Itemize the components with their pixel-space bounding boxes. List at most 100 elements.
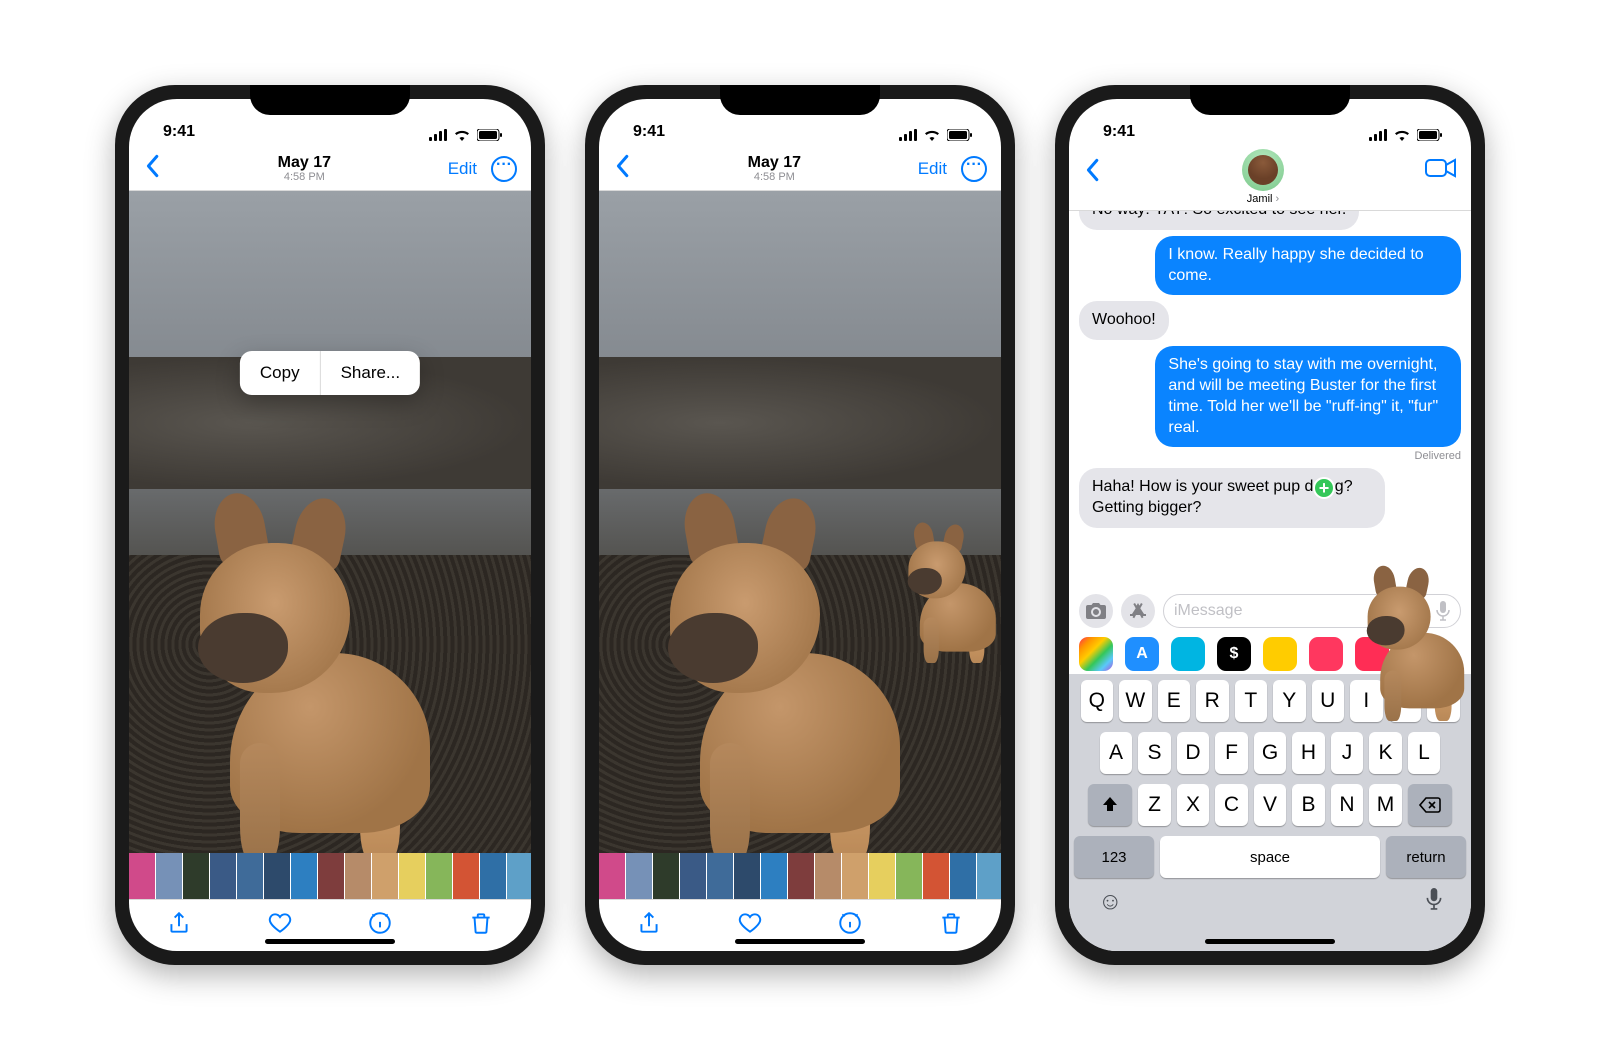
- message-bubble-out[interactable]: I know. Really happy she decided to come…: [1155, 236, 1461, 296]
- info-button[interactable]: [837, 910, 863, 941]
- share-button[interactable]: [636, 910, 662, 941]
- thumbnail[interactable]: [842, 853, 868, 899]
- photo-viewport[interactable]: Copy Share...: [129, 191, 531, 853]
- delete-button[interactable]: [938, 910, 964, 941]
- key-y[interactable]: Y: [1273, 680, 1306, 722]
- camera-button[interactable]: [1079, 594, 1113, 628]
- thumbnail[interactable]: [788, 853, 814, 899]
- back-button[interactable]: [613, 153, 631, 185]
- more-button[interactable]: ···: [961, 156, 987, 182]
- favorite-button[interactable]: [737, 910, 763, 941]
- thumbnail[interactable]: [210, 853, 236, 899]
- thumbnail[interactable]: [399, 853, 425, 899]
- thumbnail[interactable]: [653, 853, 679, 899]
- key-l[interactable]: L: [1408, 732, 1441, 774]
- share-button[interactable]: [166, 910, 192, 941]
- thumbnail[interactable]: [291, 853, 317, 899]
- key-return[interactable]: return: [1386, 836, 1466, 878]
- emoji-button[interactable]: ☺: [1098, 888, 1123, 917]
- thumbnail[interactable]: [950, 853, 976, 899]
- thumbnail-strip[interactable]: [599, 853, 1001, 899]
- photo-viewport[interactable]: [599, 191, 1001, 853]
- thumbnail[interactable]: [372, 853, 398, 899]
- back-button[interactable]: [1083, 149, 1101, 189]
- key-w[interactable]: W: [1119, 680, 1152, 722]
- thumbnail[interactable]: [815, 853, 841, 899]
- audio-app-icon[interactable]: [1171, 637, 1205, 671]
- info-button[interactable]: [367, 910, 393, 941]
- app-store-icon[interactable]: A: [1125, 637, 1159, 671]
- thumbnail[interactable]: [626, 853, 652, 899]
- key-numbers[interactable]: 123: [1074, 836, 1154, 878]
- key-n[interactable]: N: [1331, 784, 1364, 826]
- back-button[interactable]: [143, 153, 161, 185]
- thumbnail[interactable]: [345, 853, 371, 899]
- thumbnail[interactable]: [426, 853, 452, 899]
- key-x[interactable]: X: [1177, 784, 1210, 826]
- dog-subject-dragging[interactable]: [905, 526, 1001, 663]
- key-space[interactable]: space: [1160, 836, 1380, 878]
- key-shift[interactable]: [1088, 784, 1132, 826]
- message-bubble-out[interactable]: She's going to stay with me overnight, a…: [1155, 346, 1461, 447]
- key-k[interactable]: K: [1369, 732, 1402, 774]
- dictate-button[interactable]: [1426, 888, 1442, 917]
- thumbnail[interactable]: [680, 853, 706, 899]
- thumbnail[interactable]: [507, 853, 531, 899]
- key-m[interactable]: M: [1369, 784, 1402, 826]
- context-copy[interactable]: Copy: [240, 351, 320, 395]
- key-a[interactable]: A: [1100, 732, 1133, 774]
- thumbnail[interactable]: [707, 853, 733, 899]
- delete-button[interactable]: [468, 910, 494, 941]
- key-q[interactable]: Q: [1081, 680, 1114, 722]
- stickers-app-icon[interactable]: [1309, 637, 1343, 671]
- thumbnail[interactable]: [156, 853, 182, 899]
- apps-button[interactable]: [1121, 594, 1155, 628]
- message-bubble-in[interactable]: Haha! How is your sweet pup doing? Getti…: [1079, 468, 1385, 528]
- key-j[interactable]: J: [1331, 732, 1364, 774]
- more-button[interactable]: ···: [491, 156, 517, 182]
- key-f[interactable]: F: [1215, 732, 1248, 774]
- memoji-app-icon[interactable]: [1263, 637, 1297, 671]
- key-s[interactable]: S: [1138, 732, 1171, 774]
- key-e[interactable]: E: [1158, 680, 1191, 722]
- edit-button[interactable]: Edit: [918, 159, 947, 179]
- thumbnail[interactable]: [480, 853, 506, 899]
- dog-subject[interactable]: [660, 503, 940, 853]
- photos-app-icon[interactable]: [1079, 637, 1113, 671]
- dog-subject[interactable]: [190, 503, 470, 853]
- thumbnail[interactable]: [761, 853, 787, 899]
- message-bubble-in[interactable]: Woohoo!: [1079, 301, 1169, 340]
- key-d[interactable]: D: [1177, 732, 1210, 774]
- thumbnail[interactable]: [453, 853, 479, 899]
- edit-button[interactable]: Edit: [448, 159, 477, 179]
- thumbnail[interactable]: [129, 853, 155, 899]
- contact-header[interactable]: Jamil ›: [1242, 149, 1284, 205]
- thumbnail[interactable]: [734, 853, 760, 899]
- facetime-button[interactable]: [1425, 149, 1457, 184]
- thumbnail[interactable]: [977, 853, 1001, 899]
- key-r[interactable]: R: [1196, 680, 1229, 722]
- key-t[interactable]: T: [1235, 680, 1268, 722]
- dog-subject-dropping[interactable]: [1363, 570, 1471, 721]
- key-c[interactable]: C: [1215, 784, 1248, 826]
- home-indicator[interactable]: [265, 939, 395, 944]
- thumbnail[interactable]: [869, 853, 895, 899]
- message-bubble-in[interactable]: No way! YAY! So excited to see her.: [1079, 211, 1359, 230]
- favorite-button[interactable]: [267, 910, 293, 941]
- key-h[interactable]: H: [1292, 732, 1325, 774]
- context-share[interactable]: Share...: [321, 351, 421, 395]
- home-indicator[interactable]: [1205, 939, 1335, 944]
- thumbnail[interactable]: [318, 853, 344, 899]
- thumbnail-strip[interactable]: [129, 853, 531, 899]
- key-g[interactable]: G: [1254, 732, 1287, 774]
- key-b[interactable]: B: [1292, 784, 1325, 826]
- home-indicator[interactable]: [735, 939, 865, 944]
- thumbnail[interactable]: [923, 853, 949, 899]
- thumbnail[interactable]: [264, 853, 290, 899]
- key-u[interactable]: U: [1312, 680, 1345, 722]
- thumbnail[interactable]: [237, 853, 263, 899]
- thumbnail[interactable]: [599, 853, 625, 899]
- key-delete[interactable]: [1408, 784, 1452, 826]
- thumbnail[interactable]: [183, 853, 209, 899]
- apple-cash-icon[interactable]: $: [1217, 637, 1251, 671]
